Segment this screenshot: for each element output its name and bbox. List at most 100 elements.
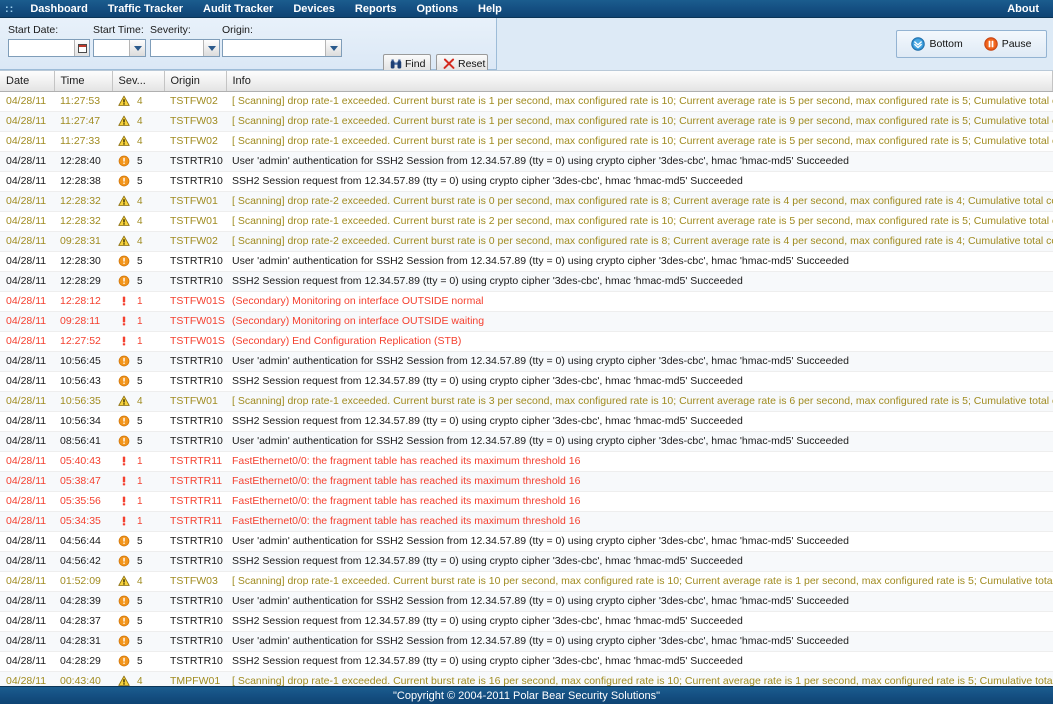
table-row[interactable]: 04/28/11 12:28:38 5 TSTRTR10 SSH2 Session re… (0, 171, 1053, 192)
menu-item-reports[interactable]: Reports (345, 0, 407, 18)
severity-level: 5 (137, 435, 143, 447)
column-header-origin[interactable]: Origin (164, 71, 227, 92)
cell-info: SSH2 Session request from 12.34.57.89 (t… (226, 551, 1053, 572)
table-row[interactable]: 04/28/11 09:28:11 1 TSTFW01S (Secondary) Mon… (0, 311, 1053, 332)
menu-item-about[interactable]: About (997, 0, 1053, 18)
column-header-time[interactable]: Time (54, 71, 113, 92)
warning-triangle-icon (118, 135, 130, 146)
table-row[interactable]: 04/28/11 10:56:35 4 TSTFW01[ Scanning] drop… (0, 391, 1053, 412)
table-row[interactable]: 04/28/11 04:28:31 5 TSTRTR10 User 'admin' au… (0, 631, 1053, 652)
cell-date: 04/28/11 (0, 291, 54, 312)
table-row[interactable]: 04/28/11 12:28:32 4 TSTFW01[ Scanning] drop… (0, 211, 1053, 232)
cell-date: 04/28/11 (0, 171, 54, 192)
table-row[interactable]: 04/28/11 12:28:29 5 TSTRTR10 SSH2 Session re… (0, 271, 1053, 292)
table-row[interactable]: 04/28/11 12:28:30 5 TSTRTR10 User 'admin' au… (0, 251, 1053, 272)
critical-exclamation-icon (122, 456, 126, 466)
log-table-body: 04/28/11 11:27:53 4 TSTFW02[ Scanning] drop… (0, 91, 1053, 686)
cell-info: SSH2 Session request from 12.34.57.89 (t… (226, 611, 1053, 632)
table-row[interactable]: 04/28/11 08:56:41 5 TSTRTR10 User 'admin' au… (0, 431, 1053, 452)
chevron-down-icon[interactable] (129, 40, 145, 56)
table-row[interactable]: 04/28/11 00:43:40 4 TMPFW01[ Scanning] drop… (0, 671, 1053, 686)
table-row[interactable]: 04/28/11 04:28:37 5 TSTRTR10 SSH2 Session re… (0, 611, 1053, 632)
start-date-input[interactable] (9, 41, 71, 55)
severity-level: 5 (137, 635, 143, 647)
cell-time: 10:56:45 (54, 351, 112, 372)
log-table-container[interactable]: Date Time Sev... Origin Info 04/28/11 11:… (0, 70, 1053, 686)
table-row[interactable]: 04/28/11 12:28:32 4 TSTFW01[ Scanning] drop… (0, 191, 1053, 212)
table-row[interactable]: 04/28/11 04:56:44 5 TSTRTR10 User 'admin' au… (0, 531, 1053, 552)
menu-item-help[interactable]: Help (468, 0, 512, 18)
start-date-field[interactable] (8, 39, 90, 57)
cell-time: 05:40:43 (54, 451, 112, 472)
cell-date: 04/28/11 (0, 551, 54, 572)
cell-date: 04/28/11 (0, 91, 54, 112)
table-row[interactable]: 04/28/11 04:56:42 5 TSTRTR10 SSH2 Session re… (0, 551, 1053, 572)
chevron-down-icon[interactable] (325, 40, 341, 56)
log-table-header: Date Time Sev... Origin Info (0, 71, 1053, 92)
cell-date: 04/28/11 (0, 491, 54, 512)
footer-bar: "Copyright © 2004-2011 Polar Bear Securi… (0, 686, 1053, 704)
bottom-button[interactable]: Bottom (907, 35, 966, 53)
cell-origin: TSTFW02 (164, 91, 226, 112)
cell-date: 04/28/11 (0, 271, 54, 292)
table-row[interactable]: 04/28/11 12:28:12 1 TSTFW01S (Secondary) Mon… (0, 291, 1053, 312)
critical-exclamation-icon (122, 296, 126, 306)
severity-level: 5 (137, 155, 143, 167)
cell-time: 04:28:39 (54, 591, 112, 612)
menu-item-audit-tracker[interactable]: Audit Tracker (193, 0, 283, 18)
scroll-to-bottom-icon (911, 37, 926, 51)
table-row[interactable]: 04/28/11 04:28:39 5 TSTRTR10 User 'admin' au… (0, 591, 1053, 612)
severity-level: 5 (137, 555, 143, 567)
log-table: Date Time Sev... Origin Info 04/28/11 11:… (0, 71, 1053, 686)
table-row[interactable]: 04/28/11 10:56:45 5 TSTRTR10 User 'admin' au… (0, 351, 1053, 372)
severity-level: 4 (137, 235, 143, 247)
table-row[interactable]: 04/28/11 12:28:40 5 TSTRTR10 User 'admin' au… (0, 151, 1053, 172)
table-row[interactable]: 04/28/11 05:34:35 1 TSTRTR11 FastEthernet0/0… (0, 511, 1053, 532)
table-row[interactable]: 04/28/11 12:27:52 1 TSTFW01S (Secondary) End… (0, 331, 1053, 352)
alert-circle-icon (118, 155, 130, 167)
menu-item-dashboard[interactable]: Dashboard (20, 0, 97, 18)
table-row[interactable]: 04/28/11 11:27:33 4 TSTFW02[ Scanning] drop… (0, 131, 1053, 152)
cell-severity: 1 (112, 511, 164, 532)
cell-severity: 5 (112, 651, 164, 672)
cell-severity: 4 (112, 231, 164, 252)
table-row[interactable]: 04/28/11 05:40:43 1 TSTRTR11 FastEthernet0/0… (0, 451, 1053, 472)
cell-origin: TSTFW01S (164, 311, 226, 332)
table-row[interactable]: 04/28/11 10:56:34 5 TSTRTR10 SSH2 Session re… (0, 411, 1053, 432)
cell-info: User 'admin' authentication for SSH2 Ses… (226, 251, 1053, 272)
table-row[interactable]: 04/28/11 01:52:09 4 TSTFW03[ Scanning] drop… (0, 571, 1053, 592)
cell-time: 10:56:35 (54, 391, 112, 412)
table-row[interactable]: 04/28/11 10:56:43 5 TSTRTR10 SSH2 Session re… (0, 371, 1053, 392)
pause-button[interactable]: Pause (980, 35, 1036, 53)
menu-item-options[interactable]: Options (406, 0, 468, 18)
cell-origin: TSTFW01 (164, 211, 226, 232)
column-header-date[interactable]: Date (0, 71, 55, 92)
table-row[interactable]: 04/28/11 04:28:29 5 TSTRTR10 SSH2 Session re… (0, 651, 1053, 672)
column-header-severity[interactable]: Sev... (112, 71, 165, 92)
severity-level: 4 (137, 215, 143, 227)
table-row[interactable]: 04/28/11 05:35:56 1 TSTRTR11 FastEthernet0/0… (0, 491, 1053, 512)
table-row[interactable]: 04/28/11 11:27:47 4 TSTFW03[ Scanning] drop… (0, 111, 1053, 132)
calendar-icon[interactable] (74, 40, 89, 56)
table-row[interactable]: 04/28/11 09:28:31 4 TSTFW02[ Scanning] drop… (0, 231, 1053, 252)
cell-origin: TSTRTR11 (164, 471, 226, 492)
cell-info: FastEthernet0/0: the fragment table has … (226, 511, 1053, 532)
severity-select[interactable] (150, 39, 220, 57)
start-time-select[interactable] (93, 39, 146, 57)
table-row[interactable]: 04/28/11 05:38:47 1 TSTRTR11 FastEthernet0/0… (0, 471, 1053, 492)
cell-info: User 'admin' authentication for SSH2 Ses… (226, 591, 1053, 612)
cell-date: 04/28/11 (0, 431, 54, 452)
severity-level: 4 (137, 395, 143, 407)
cell-time: 12:28:32 (54, 211, 112, 232)
origin-select[interactable] (222, 39, 342, 57)
cell-time: 05:38:47 (54, 471, 112, 492)
severity-level: 5 (137, 415, 143, 427)
cell-time: 12:28:32 (54, 191, 112, 212)
chevron-down-icon[interactable] (203, 40, 219, 56)
table-row[interactable]: 04/28/11 11:27:53 4 TSTFW02[ Scanning] drop… (0, 91, 1053, 112)
column-header-info[interactable]: Info (226, 71, 1053, 92)
menu-item-traffic-tracker[interactable]: Traffic Tracker (98, 0, 193, 18)
menu-item-devices[interactable]: Devices (283, 0, 345, 18)
cell-origin: TSTFW02 (164, 131, 226, 152)
cell-origin: TSTRTR10 (164, 171, 226, 192)
